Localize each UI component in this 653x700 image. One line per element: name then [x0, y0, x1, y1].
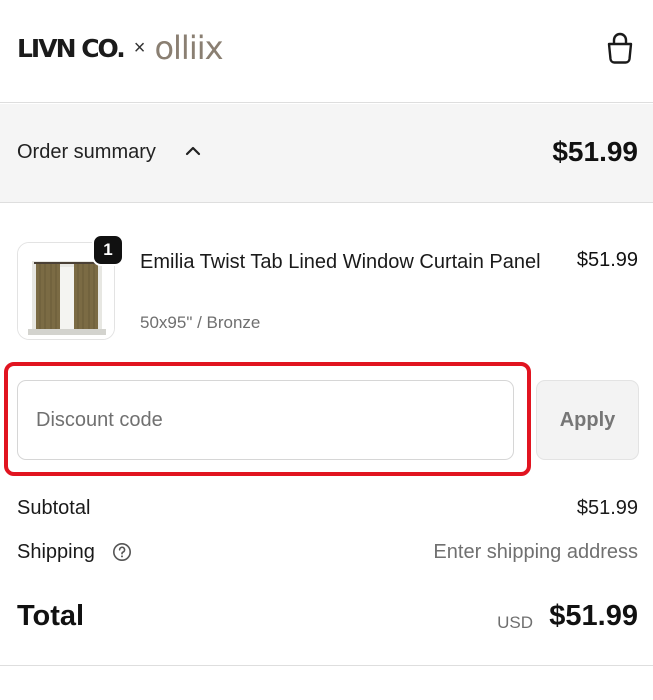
- brand-separator: ×: [133, 36, 146, 59]
- quantity-badge: 1: [92, 234, 124, 266]
- chevron-up-icon[interactable]: [185, 145, 201, 157]
- total-label: Total: [17, 600, 85, 632]
- shopping-bag-icon[interactable]: [603, 31, 637, 65]
- store-logo[interactable]: LIVN CO. × olliix: [17, 26, 224, 70]
- total-value: $51.99: [549, 600, 638, 632]
- order-summary-label[interactable]: Order summary: [17, 141, 156, 164]
- product-title: Emilia Twist Tab Lined Window Curtain Pa…: [140, 251, 541, 273]
- shipping-label: Shipping: [17, 541, 95, 563]
- checkout-header: LIVN CO. × olliix: [0, 0, 653, 103]
- product-price: $51.99: [576, 249, 638, 271]
- bottom-divider: [0, 665, 653, 666]
- subtotal-value: $51.99: [576, 497, 638, 519]
- partner-name: olliix: [154, 29, 223, 67]
- product-variant: 50x95" / Bronze: [140, 313, 261, 332]
- question-circle-icon[interactable]: [112, 542, 132, 562]
- subtotal-label: Subtotal: [17, 497, 91, 519]
- shipping-value: Enter shipping address: [433, 541, 638, 563]
- discount-code-input[interactable]: [17, 380, 514, 460]
- brand-name: LIVN CO.: [17, 33, 126, 63]
- total-currency: USD: [497, 613, 533, 632]
- apply-discount-button[interactable]: Apply: [536, 380, 639, 460]
- order-summary-total: $51.99: [552, 136, 638, 167]
